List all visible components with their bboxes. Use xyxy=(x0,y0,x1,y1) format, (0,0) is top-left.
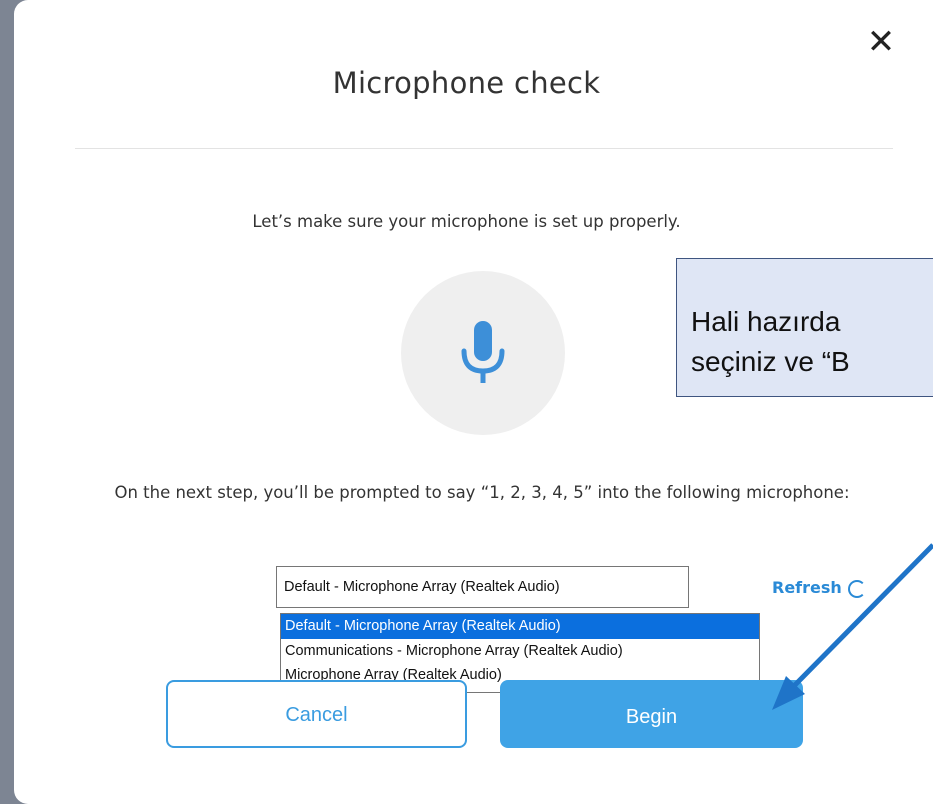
callout-line: Hali hazırda xyxy=(691,306,841,337)
annotation-callout: Hali hazırda seçiniz ve “B xyxy=(676,258,933,397)
refresh-label: Refresh xyxy=(772,578,842,597)
microphone-icon xyxy=(461,321,505,383)
dialog-title: Microphone check xyxy=(332,66,601,100)
microphone-badge xyxy=(401,271,565,435)
begin-button[interactable]: Begin xyxy=(500,680,803,748)
instructions-text: On the next step, you’ll be prompted to … xyxy=(114,483,850,502)
microphone-option[interactable]: Communications - Microphone Array (Realt… xyxy=(281,639,759,664)
begin-label: Begin xyxy=(625,706,678,728)
close-icon[interactable]: ✕ xyxy=(861,22,901,62)
microphone-select[interactable]: Default - Microphone Array (Realtek Audi… xyxy=(276,566,689,608)
cancel-button[interactable]: Cancel xyxy=(166,680,467,748)
microphone-option[interactable]: Default - Microphone Array (Realtek Audi… xyxy=(281,614,759,639)
title-divider xyxy=(75,148,893,149)
refresh-button[interactable]: Refresh xyxy=(772,578,866,598)
microphone-select-value: Default - Microphone Array (Realtek Audi… xyxy=(284,579,560,595)
modal-backdrop xyxy=(0,0,14,804)
callout-line: seçiniz ve “B xyxy=(691,346,850,378)
intro-text: Let’s make sure your microphone is set u… xyxy=(252,212,681,231)
cancel-label: Cancel xyxy=(285,704,348,726)
refresh-icon xyxy=(847,579,866,598)
